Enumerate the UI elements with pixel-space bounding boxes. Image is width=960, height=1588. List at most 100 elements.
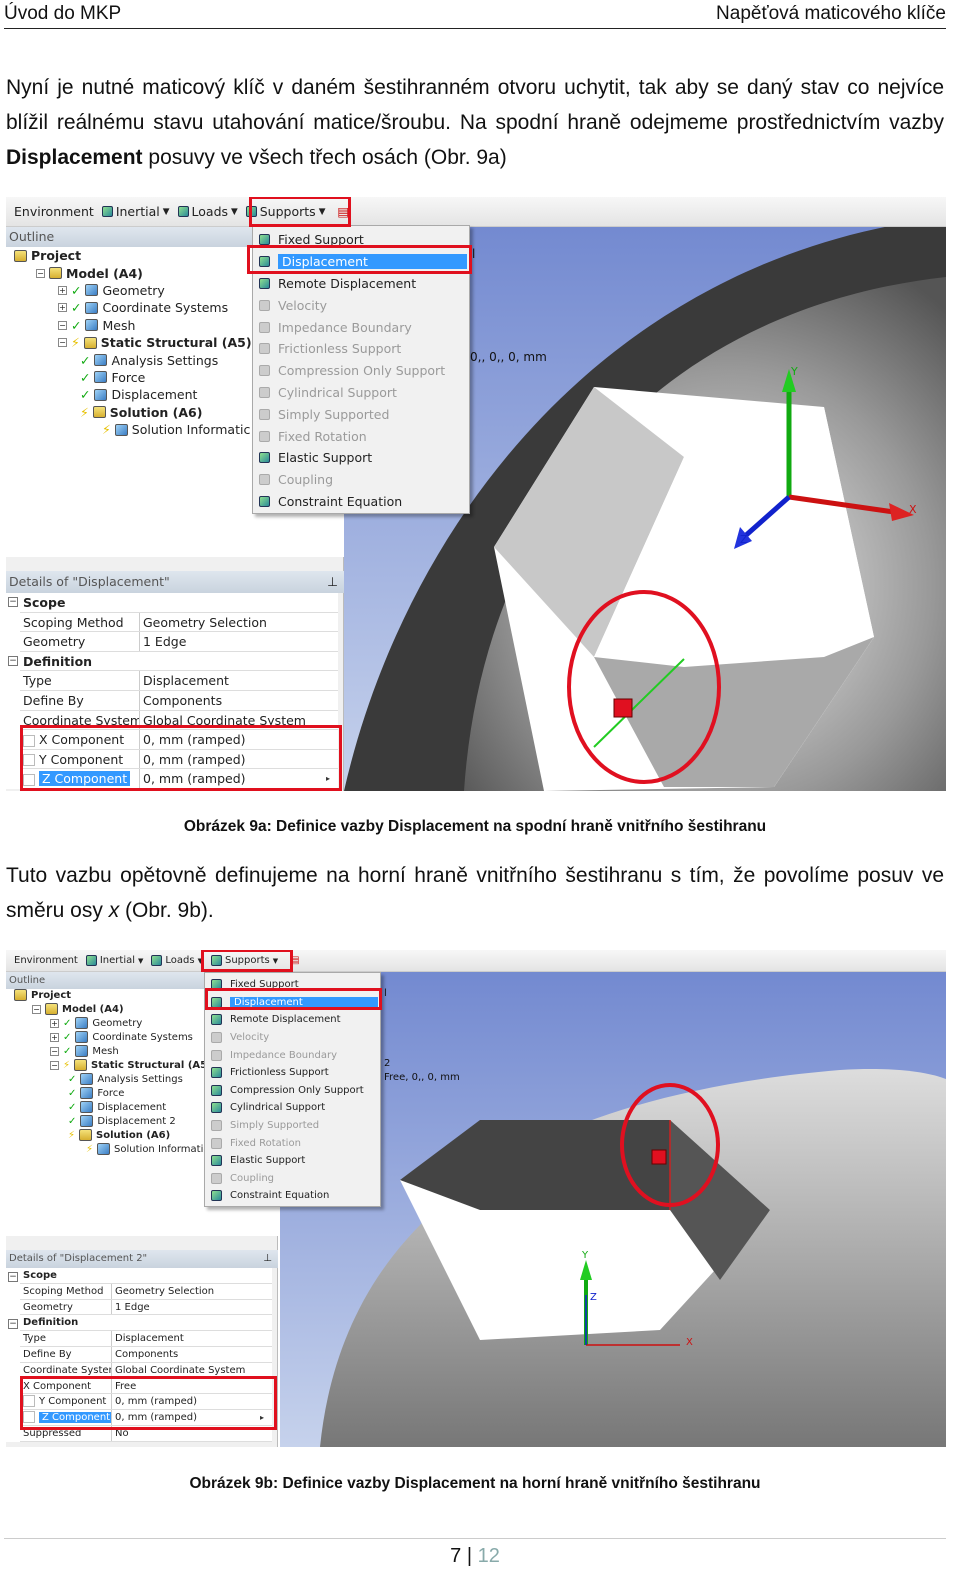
collapse-icon[interactable]: − (8, 597, 18, 607)
menu-item[interactable]: Constraint Equation (255, 491, 467, 513)
expand-icon[interactable]: + (50, 1032, 59, 1042)
tree-item[interactable]: Project (14, 247, 81, 264)
details-row[interactable]: Define By Components (20, 691, 338, 711)
tree-item[interactable]: ✓ Displacement 2 (68, 1114, 176, 1128)
expand-icon[interactable]: − (50, 1060, 59, 1070)
details-row[interactable]: Type Displacement (20, 1331, 272, 1347)
expand-icon[interactable]: + (50, 1018, 59, 1028)
toolbar-inertial-button[interactable]: Inertial ▼ (101, 204, 170, 219)
tree-item[interactable]: − Model (A4) (36, 264, 143, 281)
menu-item[interactable]: Frictionless Support (255, 338, 467, 360)
details-group-scope[interactable]: Scope (20, 593, 338, 613)
expand-icon[interactable]: + (58, 285, 67, 295)
menu-item[interactable]: Remote Displacement (255, 273, 467, 295)
tree-label-bold: Project (31, 248, 82, 264)
menu-item[interactable]: Frictionless Support (207, 1064, 378, 1082)
check-icon: ✓ (63, 1031, 72, 1043)
tree-item[interactable]: ⚡ Solution Informatic (86, 1142, 209, 1156)
toolbar-environment-button[interactable]: Environment (14, 955, 78, 966)
menu-item[interactable]: Cylindrical Support (255, 382, 467, 404)
menu-item[interactable]: Simply Supported (255, 403, 467, 425)
menu-item[interactable]: Velocity (207, 1029, 378, 1047)
tree-item[interactable]: − Model (A4) (32, 1002, 124, 1016)
details-row[interactable]: Scoping Method Geometry Selection (20, 1283, 272, 1300)
tree-item[interactable]: ✓ Force (80, 369, 145, 386)
support-icon (211, 1172, 222, 1184)
tree-item[interactable]: + ✓ Geometry (58, 282, 165, 299)
expand-icon[interactable]: − (58, 338, 67, 348)
tree-item[interactable]: ✓ Analysis Settings (68, 1072, 183, 1086)
tree-item[interactable]: + ✓ Coordinate Systems (58, 299, 228, 316)
support-icon (211, 1190, 222, 1202)
tree-node-icon (75, 1031, 89, 1043)
p2-text-end: (Obr. 9b). (119, 899, 214, 922)
menu-item[interactable]: Fixed Rotation (255, 425, 467, 447)
menu-item[interactable]: Elastic Support (207, 1152, 378, 1170)
menu-item[interactable]: Compression Only Support (255, 360, 467, 382)
menu-item[interactable]: Coupling (255, 469, 467, 491)
inertial-label: Inertial (115, 204, 160, 219)
tree-item[interactable]: ✓ Force (68, 1086, 124, 1100)
tree-item[interactable]: − ⚡ Static Structural (A5) (50, 1058, 212, 1072)
loads-label: Loads (165, 955, 195, 966)
details-row[interactable]: Type Displacement (20, 671, 338, 691)
details-group-definition[interactable]: Definition (20, 652, 338, 672)
collapse-icon[interactable]: − (8, 1319, 18, 1330)
tree-node-icon (75, 1017, 89, 1029)
tree-item[interactable]: − ✓ Mesh (58, 317, 135, 334)
tree-item[interactable]: − ⚡ Static Structural (A5) (58, 334, 252, 351)
menu-item[interactable]: Impedance Boundary (255, 316, 467, 338)
pin-icon[interactable]: ⊥ (263, 1250, 272, 1268)
tree-node-icon (80, 1073, 94, 1085)
details-row[interactable]: Geometry 1 Edge (20, 1299, 272, 1316)
tree-item[interactable]: ⚡ Solution Informatic (102, 421, 250, 438)
check-icon: ✓ (80, 352, 91, 368)
tree-node-icon (83, 336, 97, 349)
tree-item[interactable]: Project (14, 988, 71, 1002)
expand-icon[interactable]: + (58, 303, 67, 313)
menu-item[interactable]: Remote Displacement (207, 1011, 378, 1029)
details-row[interactable]: Scoping Method Geometry Selection (20, 612, 338, 633)
menu-item[interactable]: Cylindrical Support (207, 1099, 378, 1117)
tree-item[interactable]: ✓ Displacement (80, 386, 197, 403)
tree-item[interactable]: + ✓ Coordinate Systems (50, 1030, 193, 1044)
toolbar-inertial-button[interactable]: Inertial ▼ (85, 955, 143, 966)
details-row[interactable]: Geometry 1 Edge (20, 632, 338, 652)
tree-item[interactable]: + ✓ Geometry (50, 1016, 142, 1030)
pin-icon[interactable]: ⊥ (327, 571, 338, 593)
support-icon (259, 234, 270, 246)
details-group-definition[interactable]: Definition (20, 1315, 272, 1332)
tree-item[interactable]: ✓ Displacement (68, 1100, 166, 1114)
expand-icon[interactable]: − (36, 268, 45, 278)
menu-item[interactable]: Constraint Equation (207, 1187, 378, 1205)
menu-item[interactable]: Elastic Support (255, 447, 467, 469)
page-current: 7 (450, 1545, 462, 1567)
menu-item[interactable]: Coupling (207, 1170, 378, 1188)
support-icon (259, 321, 270, 333)
tree-item[interactable]: ⚡ Solution (A6) (80, 404, 202, 421)
expand-icon[interactable]: − (58, 320, 67, 330)
tree-item[interactable]: ✓ Analysis Settings (80, 351, 218, 368)
details-value: Components (115, 1349, 179, 1360)
tree-item[interactable]: ⚡ Solution (A6) (68, 1128, 170, 1142)
expand-icon[interactable]: − (32, 1004, 41, 1014)
toolbar-loads-button[interactable]: Loads ▼ (177, 204, 238, 219)
toolbar-loads-button[interactable]: Loads ▼ (151, 955, 203, 966)
collapse-icon[interactable]: − (8, 1272, 18, 1282)
menu-item[interactable]: Compression Only Support (207, 1082, 378, 1100)
details-row[interactable]: Define By Components (20, 1347, 272, 1363)
tree-item[interactable]: − ✓ Mesh (50, 1044, 119, 1058)
collapse-icon[interactable]: − (8, 655, 18, 666)
menu-item[interactable]: Simply Supported (207, 1117, 378, 1135)
tree-label: Force (111, 369, 146, 385)
expand-icon[interactable]: − (50, 1046, 59, 1056)
tree-node-icon (45, 1003, 58, 1015)
menu-item[interactable]: Impedance Boundary (207, 1046, 378, 1064)
menu-item[interactable]: Velocity (255, 294, 467, 316)
support-icon (259, 495, 270, 507)
tree-node-icon (75, 1045, 89, 1057)
toolbar-environment-button[interactable]: Environment (14, 204, 94, 219)
details-value: Displacement (143, 673, 229, 689)
details-group-scope[interactable]: Scope (20, 1268, 272, 1284)
menu-item[interactable]: Fixed Rotation (207, 1134, 378, 1152)
